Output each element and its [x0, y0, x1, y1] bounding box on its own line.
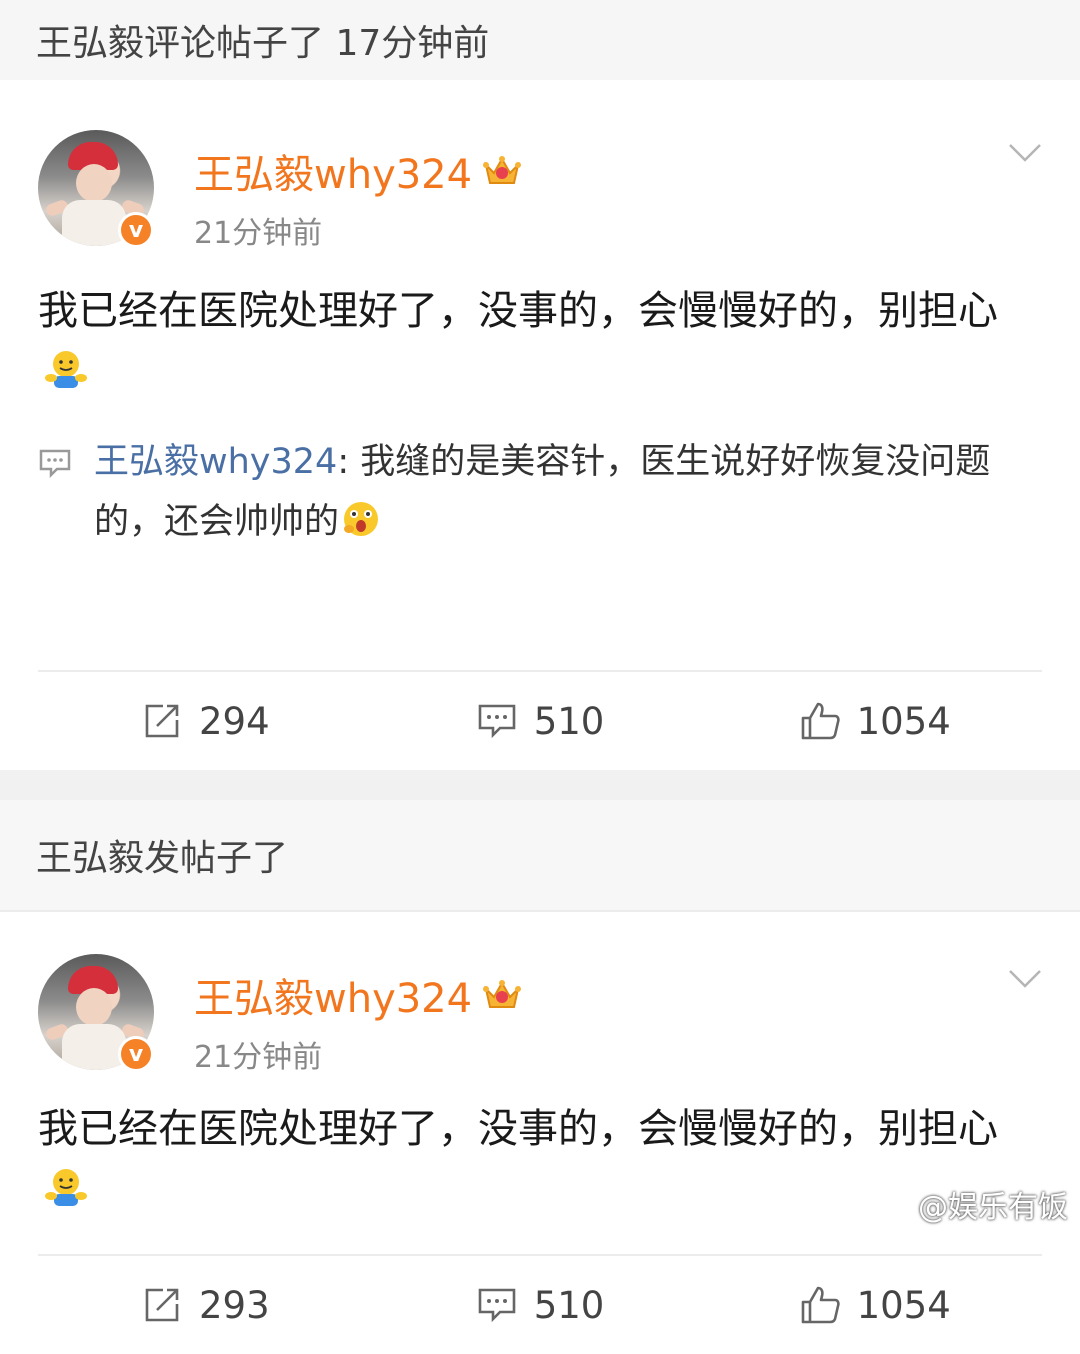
post-time: 21分钟前 [194, 216, 323, 251]
reply-username[interactable]: 王弘毅why324 [94, 442, 337, 482]
username[interactable]: 王弘毅why324 [194, 966, 472, 1024]
comment-icon [39, 449, 71, 478]
notification-text: 王弘毅评论帖子了 17分钟前 [36, 23, 490, 64]
comment-icon [478, 1288, 515, 1323]
hug-emoji [45, 1169, 87, 1206]
like-count: 1054 [856, 699, 951, 743]
like-button[interactable]: 1054 [707, 1284, 1042, 1327]
comment-button[interactable]: 510 [373, 700, 708, 743]
like-button[interactable]: 1054 [707, 700, 1042, 743]
repost-button[interactable]: 293 [38, 1284, 373, 1327]
repost-icon [145, 704, 179, 738]
like-icon [801, 1286, 840, 1324]
post-card: v 王弘毅why324 21分钟前 我已经在医院处理好了，没事的，会慢慢好的，别… [0, 80, 1080, 670]
notification-header: 王弘毅发帖子了 [0, 800, 1080, 910]
action-bar: 293 510 1054 [0, 1256, 1080, 1354]
comment-button[interactable]: 510 [373, 1284, 708, 1327]
surprised-emoji [344, 502, 379, 536]
repost-icon [145, 1288, 179, 1322]
reply-block[interactable]: 王弘毅why324: 我缝的是美容针，医生说好好恢复没问题的，还会帅帅的 [38, 432, 1042, 552]
verified-icon: v [118, 1036, 154, 1072]
comment-count: 510 [533, 699, 605, 743]
chevron-down-icon[interactable] [1008, 968, 1042, 990]
post-time: 21分钟前 [194, 1040, 323, 1075]
notification-header: 王弘毅评论帖子了 17分钟前 [0, 0, 1080, 80]
hug-emoji [45, 351, 87, 388]
username[interactable]: 王弘毅why324 [194, 142, 472, 200]
comment-icon [478, 704, 515, 739]
notification-text: 王弘毅发帖子了 [36, 838, 289, 879]
watermark: @娱乐有饭 [918, 1190, 1068, 1225]
action-bar: 294 510 1054 [0, 672, 1080, 770]
crown-icon [483, 156, 522, 184]
repost-count: 294 [199, 699, 270, 743]
repost-count: 293 [199, 1283, 270, 1327]
section-separator [0, 770, 1080, 800]
post-text: 我已经在医院处理好了，没事的，会慢慢好的，别担心 [38, 1098, 1038, 1222]
chevron-down-icon[interactable] [1008, 142, 1042, 164]
crown-icon [483, 980, 522, 1008]
post-text: 我已经在医院处理好了，没事的，会慢慢好的，别担心 [38, 280, 1038, 404]
repost-button[interactable]: 294 [38, 700, 373, 743]
like-count: 1054 [856, 1283, 951, 1327]
like-icon [801, 702, 840, 740]
verified-icon: v [118, 212, 154, 248]
comment-count: 510 [533, 1283, 605, 1327]
